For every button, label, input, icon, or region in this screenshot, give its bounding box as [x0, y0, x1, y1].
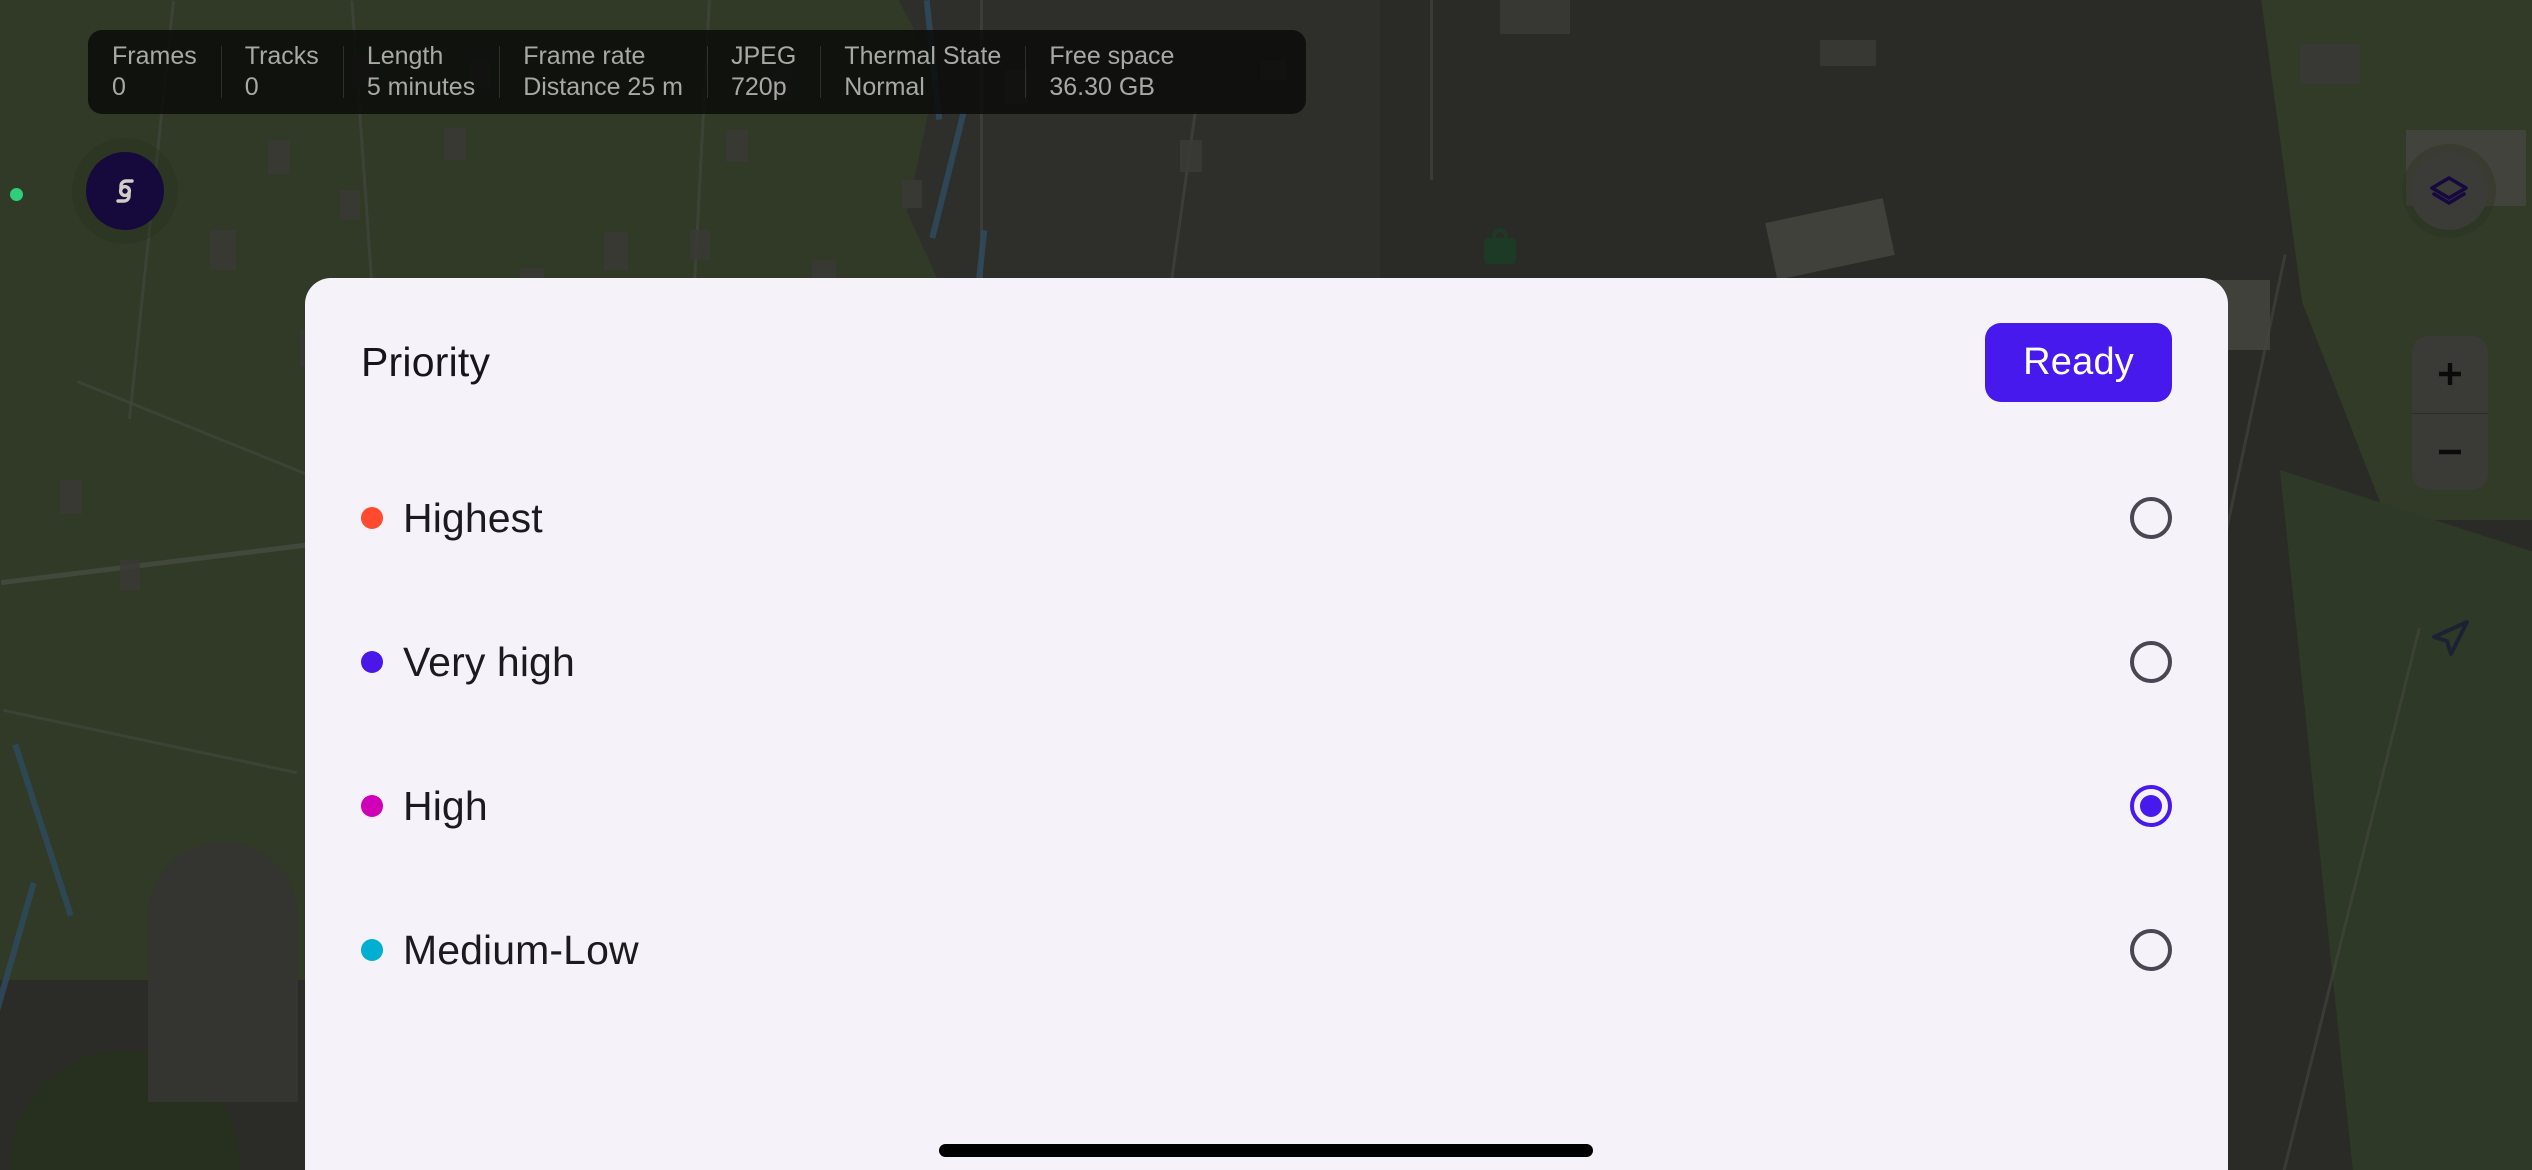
- priority-option-very-high[interactable]: Very high: [361, 590, 2172, 734]
- sheet-header: Priority Ready: [361, 278, 2172, 446]
- map-plaza: [148, 842, 298, 1102]
- telemetry-status-bar: Frames 0 Tracks 0 Length 5 minutes Frame…: [88, 30, 1306, 114]
- option-label-group: High: [361, 783, 2130, 830]
- stat-value: 720p: [731, 73, 787, 101]
- option-label-group: Very high: [361, 639, 2130, 686]
- map-layers-button[interactable]: [2410, 152, 2488, 230]
- mission-path-button[interactable]: [86, 152, 164, 230]
- stat-value: Normal: [844, 73, 925, 101]
- home-indicator[interactable]: [939, 1144, 1593, 1157]
- radio-button[interactable]: [2130, 929, 2172, 971]
- priority-color-dot: [361, 651, 383, 673]
- stat-label: Frame rate: [523, 42, 646, 70]
- priority-option-medium-low[interactable]: Medium-Low: [361, 878, 2172, 1022]
- stat-label: Length: [366, 42, 444, 70]
- priority-option-highest[interactable]: Highest: [361, 446, 2172, 590]
- stat-value: 5 minutes: [366, 73, 476, 101]
- stat-label: Frames: [112, 42, 197, 70]
- priority-option-high[interactable]: High: [361, 734, 2172, 878]
- stat-tracks: Tracks 0: [220, 30, 343, 114]
- stat-value: Distance 25 m: [523, 73, 683, 101]
- gps-status-dot: [10, 188, 23, 201]
- option-label: High: [403, 782, 488, 829]
- radio-button[interactable]: [2130, 497, 2172, 539]
- option-label: Highest: [403, 494, 543, 541]
- stat-label: Tracks: [244, 42, 319, 70]
- stat-label: Thermal State: [844, 42, 1002, 70]
- layers-icon: [2430, 176, 2468, 205]
- mission-path-icon: [116, 179, 134, 203]
- map-river: [929, 111, 967, 239]
- stat-frame-rate: Frame rate Distance 25 m: [499, 30, 707, 114]
- stat-jpeg: JPEG 720p: [707, 30, 820, 114]
- option-label-group: Highest: [361, 495, 2130, 542]
- priority-sheet: Priority Ready Highest Very high High Me…: [305, 278, 2228, 1170]
- page-title: Priority: [361, 338, 491, 385]
- radio-button[interactable]: [2130, 641, 2172, 683]
- map-zoom-controls: [2412, 336, 2488, 490]
- navigation-arrow-icon: [2432, 620, 2469, 656]
- minus-icon: [2439, 449, 2461, 454]
- priority-color-dot: [361, 507, 383, 529]
- option-label: Medium-Low: [403, 926, 639, 973]
- stat-value: 36.30 GB: [1049, 73, 1155, 101]
- zoom-out-button[interactable]: [2412, 412, 2488, 491]
- radio-button-selected[interactable]: [2130, 785, 2172, 827]
- stat-length: Length 5 minutes: [342, 30, 499, 114]
- stat-free-space: Free space 36.30 GB: [1025, 30, 1198, 114]
- option-label: Very high: [403, 638, 575, 685]
- stat-label: JPEG: [731, 42, 797, 70]
- app-screen: Frames 0 Tracks 0 Length 5 minutes Frame…: [0, 0, 2532, 1170]
- priority-color-dot: [361, 795, 383, 817]
- map-marker-shackle: [1492, 228, 1508, 244]
- ready-button[interactable]: Ready: [1985, 322, 2172, 402]
- stat-label: Free space: [1049, 42, 1175, 70]
- stat-value: 0: [112, 73, 126, 101]
- locate-me-button[interactable]: [2412, 600, 2488, 676]
- stat-frames: Frames 0: [88, 30, 221, 114]
- map-road: [1430, 0, 1433, 180]
- zoom-in-button[interactable]: [2412, 336, 2488, 413]
- plus-icon: [2439, 363, 2461, 386]
- stat-value: 0: [244, 73, 259, 101]
- stat-thermal-state: Thermal State Normal: [820, 30, 1025, 114]
- priority-color-dot: [361, 939, 383, 961]
- option-label-group: Medium-Low: [361, 927, 2130, 974]
